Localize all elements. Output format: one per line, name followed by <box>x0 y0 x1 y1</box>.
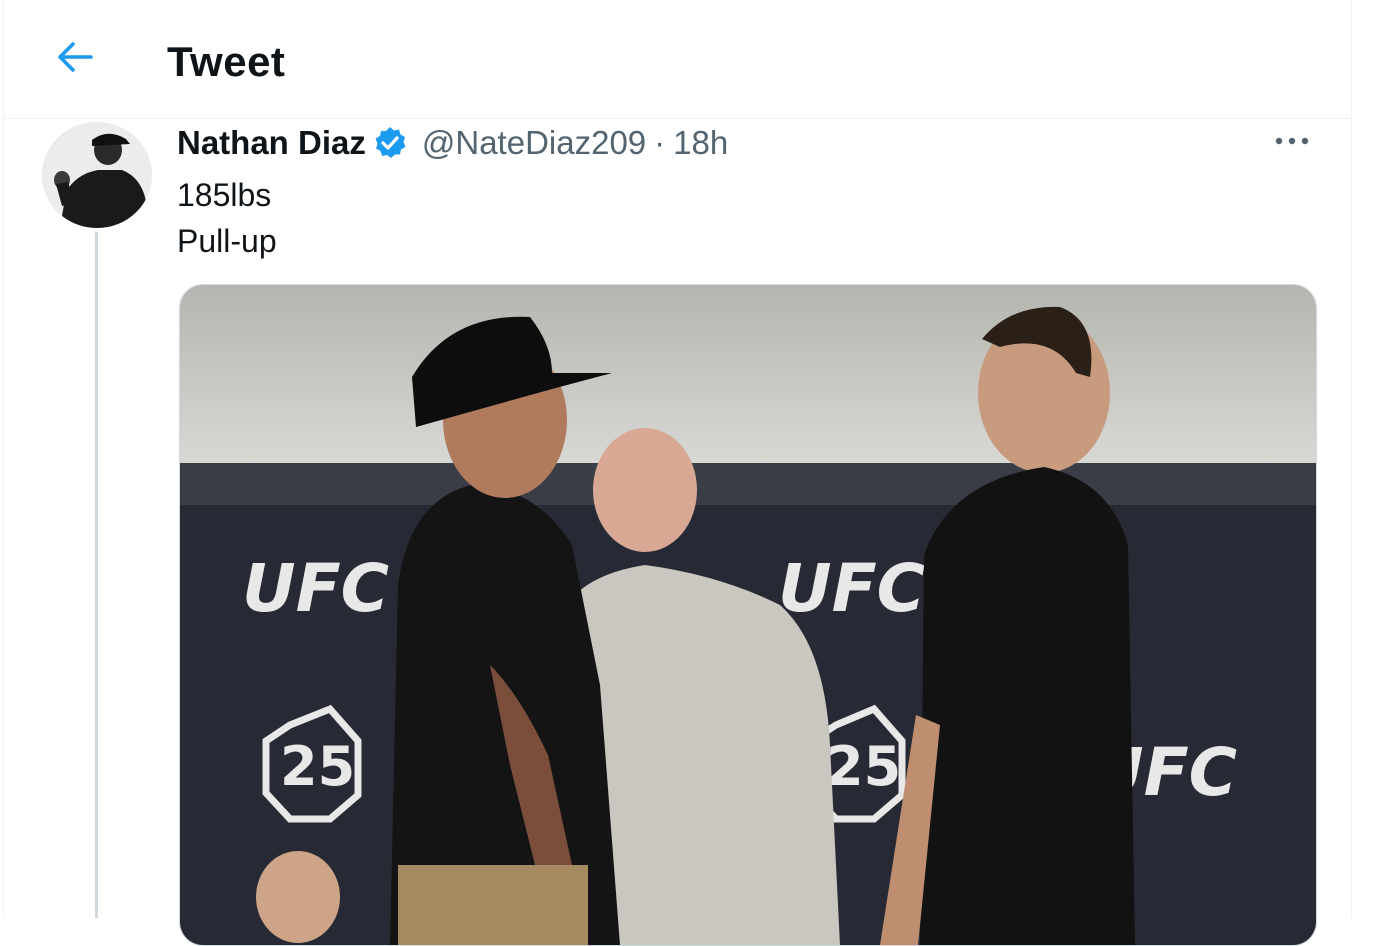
verified-badge-icon <box>372 125 408 161</box>
tweet-text: 185lbs Pull-up <box>177 172 277 264</box>
author-handle[interactable]: @NateDiaz209 <box>422 124 646 162</box>
banner-text: UFC <box>778 550 925 627</box>
page-header: Tweet <box>4 0 1351 119</box>
arrow-left-icon <box>55 40 95 79</box>
tweet-text-line: 185lbs <box>177 177 272 213</box>
tweet-media-photo[interactable]: UFC UFC UFC 25 25 <box>179 284 1317 946</box>
anniversary-text: 25 <box>826 735 901 798</box>
author-display-name[interactable]: Nathan Diaz <box>177 124 366 162</box>
tweet-column: Tweet Nathan Diaz @NateDiaz209 · 18h 185… <box>3 0 1352 946</box>
more-dots-icon <box>1274 133 1310 151</box>
anniversary-text: 25 <box>280 735 355 798</box>
avatar[interactable] <box>42 122 152 228</box>
meta-separator: · <box>654 124 666 161</box>
back-button[interactable] <box>46 36 104 82</box>
banner-text: UFC <box>242 550 389 627</box>
more-options-button[interactable] <box>1268 124 1316 160</box>
tweet-author-row: Nathan Diaz @NateDiaz209 · 18h <box>177 123 728 163</box>
tweet-timestamp[interactable]: 18h <box>673 124 728 162</box>
thread-connector-line <box>95 232 98 918</box>
page-title: Tweet <box>167 38 286 85</box>
tweet-text-line: Pull-up <box>177 223 277 259</box>
